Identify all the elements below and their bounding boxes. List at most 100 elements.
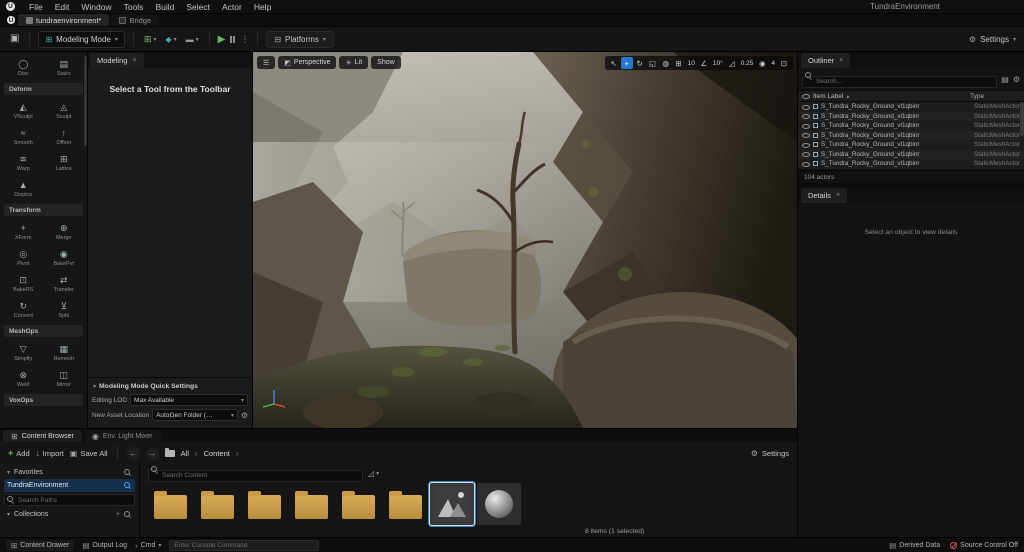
palette-tool[interactable]: ≈ Smooth <box>3 123 44 149</box>
outliner-search-input[interactable] <box>802 76 997 88</box>
outliner-row[interactable]: S_Tundra_Rocky_Ground_vl1qbinr StaticMes… <box>798 112 1024 122</box>
save-button[interactable]: ▣ <box>8 32 21 46</box>
visibility-eye-icon[interactable] <box>802 132 810 138</box>
save-all-button[interactable]: ▣ Save All <box>70 449 108 458</box>
back-button[interactable]: ← <box>127 447 140 460</box>
palette-tool[interactable]: ▽ Simplfy <box>3 339 44 365</box>
outliner-row[interactable]: S_Tundra_Rocky_Ground_vl1qbinr StaticMes… <box>798 121 1024 131</box>
grid-snap-value[interactable]: 10 <box>686 60 697 67</box>
editing-lod-dropdown[interactable]: Max Available ▾ <box>130 394 248 406</box>
grid-snap-toggle[interactable]: ⊞ <box>673 57 685 69</box>
asset-tile-selected[interactable] <box>430 483 474 525</box>
menu-item[interactable]: Help <box>248 2 277 12</box>
derived-data-button[interactable]: ▤ Derived Data <box>889 541 940 550</box>
move-tool-button[interactable]: + <box>621 57 633 69</box>
palette-tool[interactable]: ⇄ Transfer <box>44 270 85 296</box>
outliner-settings-icon[interactable]: ⚙ <box>1013 75 1020 84</box>
palette-tool[interactable]: ◬ Sculpt <box>44 97 85 123</box>
folder-tree-icon[interactable] <box>165 450 175 457</box>
search-icon[interactable] <box>124 469 132 477</box>
visibility-eye-icon[interactable] <box>802 161 810 167</box>
play-button[interactable]: ▶ <box>218 34 226 45</box>
world-space-toggle[interactable]: ◍ <box>660 57 672 69</box>
palette-section-transform[interactable]: Transform <box>4 204 83 216</box>
select-tool-button[interactable]: ↖ <box>608 57 620 69</box>
folder-tile[interactable] <box>242 483 286 525</box>
tab-modeling[interactable]: Modeling × <box>90 53 144 68</box>
palette-tool[interactable]: + XForm <box>3 218 44 244</box>
cb-settings-button[interactable]: Settings <box>762 449 789 458</box>
asset-tile-sphere[interactable] <box>477 483 521 525</box>
palette-section-voxops[interactable]: VoxOps <box>4 394 83 406</box>
source-control-button[interactable]: Source Control Off <box>950 542 1018 549</box>
palette-tool[interactable]: ↑ Offset <box>44 123 85 149</box>
palette-section-meshops[interactable]: MeshOps <box>4 325 83 337</box>
outliner-folder-icon[interactable]: ▤ <box>1001 75 1009 84</box>
camera-speed-button[interactable]: ◉ <box>756 57 768 69</box>
breadcrumb-root[interactable]: All <box>181 449 189 458</box>
folder-tile[interactable] <box>289 483 333 525</box>
menu-item[interactable]: Tools <box>118 2 150 12</box>
outliner-row[interactable]: S_Tundra_Rocky_Ground_vl1qbinr StaticMes… <box>798 159 1024 169</box>
palette-tool[interactable]: ▤ Stairs <box>44 54 85 80</box>
palette-tool[interactable]: ◭ VSculpt <box>3 97 44 123</box>
palette-tool[interactable]: ◉ BakePvt <box>44 244 85 270</box>
folder-tile[interactable] <box>383 483 427 525</box>
import-button[interactable]: ↓ Import <box>36 449 64 458</box>
search-icon[interactable] <box>124 511 132 519</box>
outliner-row[interactable]: S_Tundra_Rocky_Ground_vl1qbinr StaticMes… <box>798 131 1024 141</box>
palette-tool[interactable]: ⊗ Weld <box>3 365 44 391</box>
asset-location-dropdown[interactable]: AutoGen Folder (… ▾ <box>152 409 238 421</box>
item-label-column[interactable]: Item Label <box>813 93 843 100</box>
visibility-eye-icon[interactable] <box>802 151 810 157</box>
project-folder-row[interactable]: TundraEnvironment <box>4 479 135 492</box>
palette-tool[interactable]: ⊻ Split <box>44 296 85 322</box>
level-viewport[interactable]: ☰ ◩ Perspective ☀ Lit Show <box>253 52 797 428</box>
visibility-eye-icon[interactable] <box>802 104 810 110</box>
outliner-scrollbar[interactable] <box>1020 102 1024 136</box>
visibility-eye-icon[interactable] <box>802 142 810 148</box>
folder-tile[interactable] <box>336 483 380 525</box>
folder-tile[interactable] <box>195 483 239 525</box>
camera-speed-value[interactable]: 4 <box>769 60 777 67</box>
palette-tool[interactable]: ⊞ Lattice <box>44 149 85 175</box>
palette-tool[interactable]: ↻ Convert <box>3 296 44 322</box>
breadcrumb-folder[interactable]: Content <box>204 449 230 458</box>
rotation-snap-toggle[interactable]: ∠ <box>698 57 710 69</box>
menu-item[interactable]: Window <box>75 2 117 12</box>
search-content-input[interactable] <box>148 470 363 482</box>
type-column[interactable]: Type <box>970 93 1020 100</box>
scale-snap-value[interactable]: 0.25 <box>739 60 756 67</box>
favorites-row[interactable]: ▾ Favorites <box>4 466 135 479</box>
tab-outliner[interactable]: Outliner × <box>801 53 850 68</box>
gear-icon[interactable]: ⚙ <box>241 411 248 420</box>
menu-item[interactable]: File <box>23 2 49 12</box>
view-mode-dropdown[interactable]: ☀ Lit <box>339 56 368 69</box>
close-icon[interactable]: × <box>836 192 840 199</box>
maximize-viewport-button[interactable]: ⊡ <box>778 57 790 69</box>
perspective-dropdown[interactable]: ◩ Perspective <box>278 56 336 69</box>
close-icon[interactable]: × <box>839 57 843 64</box>
unreal-logo-icon[interactable]: U <box>6 2 15 11</box>
pause-button[interactable] <box>230 36 235 43</box>
rotate-tool-button[interactable]: ↻ <box>634 57 646 69</box>
forward-button[interactable]: → <box>146 447 159 460</box>
outliner-row[interactable]: S_Tundra_Rocky_Ground_vl1qbinr StaticMes… <box>798 140 1024 150</box>
content-drawer-button[interactable]: ⊞ Content Drawer <box>6 540 74 551</box>
blueprints-button[interactable]: ◆ ▾ <box>163 35 178 44</box>
folder-tile[interactable] <box>148 483 192 525</box>
visibility-eye-icon[interactable] <box>802 123 810 129</box>
level-tab[interactable]: tundraenvironment* <box>18 14 109 26</box>
palette-tool[interactable]: ⊕ Merge <box>44 218 85 244</box>
palette-section-deform[interactable]: Deform <box>4 83 83 95</box>
palette-scrollbar[interactable] <box>84 56 87 146</box>
collections-row[interactable]: ▾ Collections + <box>4 508 135 521</box>
outliner-row[interactable]: S_Tundra_Rocky_Ground_vl1qbinr StaticMes… <box>798 150 1024 160</box>
scale-tool-button[interactable]: ◱ <box>647 57 659 69</box>
palette-tool[interactable]: ◫ Mirror <box>44 365 85 391</box>
tab-env-light-mixer[interactable]: ◉ Env. Light Mixer <box>84 430 161 442</box>
cmd-dropdown[interactable]: › Cmd ▾ <box>135 541 161 550</box>
viewport-menu-button[interactable]: ☰ <box>257 56 275 69</box>
show-dropdown[interactable]: Show <box>371 56 401 69</box>
platforms-dropdown[interactable]: ⊟ Platforms ▾ <box>266 31 334 48</box>
